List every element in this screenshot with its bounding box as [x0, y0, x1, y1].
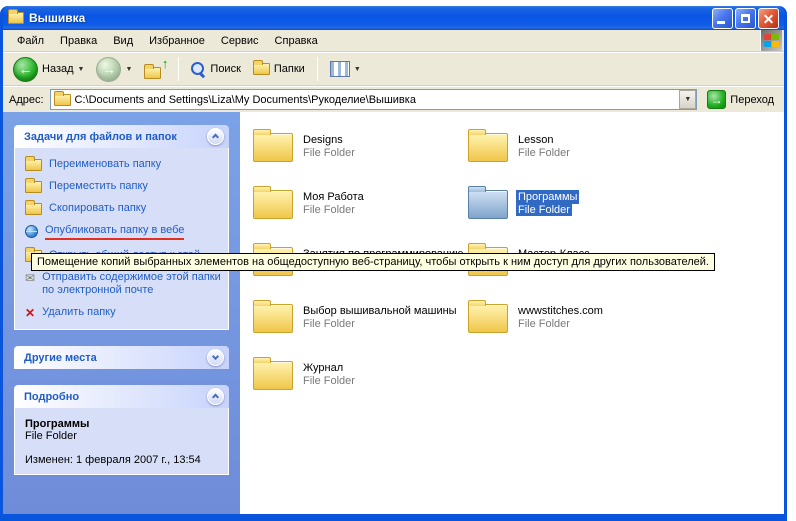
minimize-icon [717, 21, 725, 24]
go-icon: → [707, 90, 726, 109]
folders-icon [253, 63, 270, 75]
forward-dropdown-icon[interactable]: ▼ [125, 66, 132, 73]
search-button[interactable]: Поиск [187, 60, 244, 79]
go-label: Переход [730, 94, 774, 106]
address-dropdown-button[interactable]: ▼ [679, 90, 696, 109]
delete-icon: ✕ [25, 307, 35, 319]
folder-icon [253, 133, 293, 162]
other-places-header[interactable]: Другие места [14, 346, 229, 369]
task-publish-folder-to-web[interactable]: Опубликовать папку в вебе [25, 224, 222, 240]
details-item-modified: Изменен: 1 февраля 2007 г., 13:54 [25, 454, 222, 466]
minimize-button[interactable] [712, 8, 733, 29]
address-label: Адрес: [9, 94, 44, 106]
address-bar: Адрес: C:\Documents and Settings\Liza\My… [3, 86, 784, 112]
folders-button[interactable]: Папки [249, 61, 309, 77]
email-icon: ✉ [25, 272, 35, 284]
task-copy-folder[interactable]: Скопировать папку [25, 202, 222, 215]
chevron-down-icon [212, 352, 219, 359]
details-item-type: File Folder [25, 430, 222, 442]
views-dropdown-icon[interactable]: ▼ [354, 66, 361, 73]
menu-tools[interactable]: Сервис [213, 32, 267, 50]
publish-web-icon [25, 225, 38, 238]
address-folder-icon [54, 94, 71, 106]
rename-folder-icon [25, 159, 42, 171]
window-folder-icon [8, 12, 24, 24]
folder-item-programmy-selected[interactable]: ПрограммыFile Folder [468, 183, 683, 240]
tasks-panel-title: Задачи для файлов и папок [24, 131, 177, 143]
file-list-area: DesignsFile Folder LessonFile Folder Моя… [240, 112, 784, 514]
tasks-panel-header[interactable]: Задачи для файлов и папок [14, 125, 229, 148]
move-folder-icon [25, 181, 42, 193]
folder-icon [253, 304, 293, 333]
other-places-title: Другие места [24, 352, 97, 364]
folder-icon [253, 190, 293, 219]
window-body: Файл Правка Вид Избранное Сервис Справка… [3, 30, 784, 514]
details-item-name: Программы [25, 418, 222, 430]
title-bar[interactable]: Вышивка [3, 6, 784, 30]
up-folder-icon: ↑ [144, 59, 166, 79]
collapse-button[interactable] [207, 128, 224, 145]
toolbar: ← Назад ▼ → ▼ ↑ Поиск [3, 52, 784, 86]
close-button[interactable] [758, 8, 779, 29]
back-label: Назад [42, 63, 74, 75]
back-dropdown-icon[interactable]: ▼ [78, 66, 85, 73]
up-button[interactable]: ↑ [140, 57, 170, 81]
expand-button[interactable] [207, 349, 224, 366]
address-input[interactable]: C:\Documents and Settings\Liza\My Docume… [75, 94, 676, 106]
menu-bar: Файл Правка Вид Избранное Сервис Справка [3, 30, 784, 52]
folders-label: Папки [274, 63, 305, 75]
folder-icon [468, 304, 508, 333]
window-title: Вышивка [29, 11, 707, 25]
details-title: Подробно [24, 391, 79, 403]
address-combo[interactable]: C:\Documents and Settings\Liza\My Docume… [50, 89, 698, 110]
copy-folder-icon [25, 203, 42, 215]
tasks-panel-body: Переименовать папку Переместить папку Ск… [14, 148, 229, 330]
chevron-up-icon [212, 133, 219, 140]
folder-item-vybor-mashiny[interactable]: Выбор вышивальной машиныFile Folder [253, 297, 468, 354]
other-places-panel: Другие места [14, 346, 229, 369]
menu-help[interactable]: Справка [267, 32, 326, 50]
folder-icon-selected [468, 190, 508, 219]
collapse-button[interactable] [207, 388, 224, 405]
search-icon [191, 62, 206, 77]
task-email-folder[interactable]: ✉ Отправить содержимое этой папки по эле… [25, 271, 222, 297]
task-delete-folder[interactable]: ✕ Удалить папку [25, 306, 222, 319]
maximize-button[interactable] [735, 8, 756, 29]
menu-view[interactable]: Вид [105, 32, 141, 50]
file-folder-tasks-panel: Задачи для файлов и папок Переименовать … [14, 125, 229, 330]
forward-button[interactable]: → ▼ [92, 55, 136, 84]
search-label: Поиск [210, 63, 240, 75]
screen: Вышивка Файл Правка Вид Избранное Сервис… [0, 0, 796, 521]
folder-icon [468, 133, 508, 162]
toolbar-separator [178, 57, 179, 81]
folder-item-wwwstitches[interactable]: wwwstitches.comFile Folder [468, 297, 683, 354]
back-button[interactable]: ← Назад ▼ [9, 55, 88, 84]
folder-icon [253, 361, 293, 390]
folder-item-designs[interactable]: DesignsFile Folder [253, 126, 468, 183]
maximize-icon [741, 14, 750, 23]
go-button[interactable]: → Переход [703, 90, 778, 109]
menu-favorites[interactable]: Избранное [141, 32, 213, 50]
folder-item-moya-rabota[interactable]: Моя РаботаFile Folder [253, 183, 468, 240]
chevron-up-icon [212, 393, 219, 400]
back-icon: ← [13, 57, 38, 82]
views-icon [330, 61, 350, 77]
menu-file[interactable]: Файл [9, 32, 52, 50]
menu-edit[interactable]: Правка [52, 32, 105, 50]
task-move-folder[interactable]: Переместить папку [25, 180, 222, 193]
details-body: Программы File Folder Изменен: 1 февраля… [14, 408, 229, 475]
views-button[interactable]: ▼ [326, 59, 365, 79]
details-panel: Подробно Программы File Folder Изменен: … [14, 385, 229, 475]
folder-item-lesson[interactable]: LessonFile Folder [468, 126, 683, 183]
windows-logo-icon [760, 30, 782, 51]
toolbar-separator [317, 57, 318, 81]
task-pane: Задачи для файлов и папок Переименовать … [3, 112, 240, 514]
folder-item-zhurnal[interactable]: ЖурналFile Folder [253, 354, 468, 411]
forward-icon: → [96, 57, 121, 82]
content-area: Задачи для файлов и папок Переименовать … [3, 112, 784, 514]
details-header[interactable]: Подробно [14, 385, 229, 408]
tooltip: Помещение копий выбранных элементов на о… [31, 253, 715, 271]
task-rename-folder[interactable]: Переименовать папку [25, 158, 222, 171]
